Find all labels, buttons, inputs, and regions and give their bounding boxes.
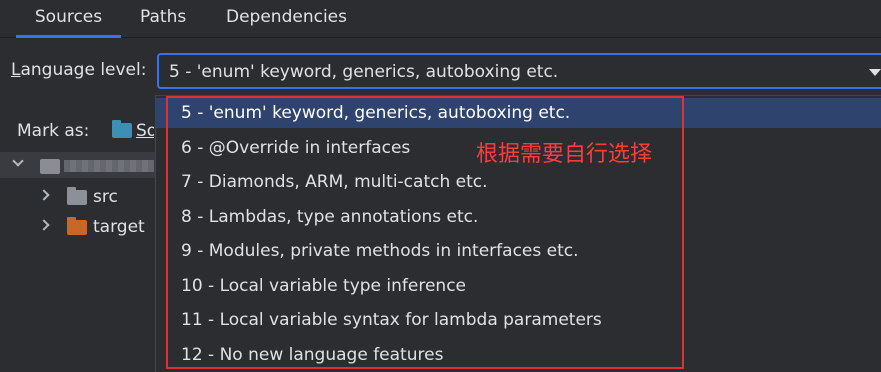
- tab-bar: Sources Paths Dependencies: [0, 0, 881, 38]
- module-icon: [40, 159, 60, 174]
- dropdown-option[interactable]: 12 - No new language features: [156, 340, 881, 370]
- tree-item-target[interactable]: target: [93, 216, 145, 238]
- annotation-text: 根据需要自行选择: [476, 142, 653, 167]
- option-label: 11 - Local variable syntax for lambda pa…: [181, 310, 602, 330]
- chevron-right-icon[interactable]: [38, 189, 50, 201]
- tree-item-src[interactable]: src: [93, 186, 118, 208]
- option-label: 12 - No new language features: [181, 345, 444, 365]
- dropdown-option[interactable]: 7 - Diamonds, ARM, multi-catch etc.: [156, 167, 881, 197]
- tab-paths[interactable]: Paths: [140, 0, 186, 38]
- folder-icon: [67, 217, 87, 235]
- option-label: 8 - Lambdas, type annotations etc.: [181, 207, 479, 227]
- option-label: 7 - Diamonds, ARM, multi-catch etc.: [181, 172, 488, 192]
- option-label: 5 - 'enum' keyword, generics, autoboxing…: [181, 103, 571, 123]
- language-level-value: 5 - 'enum' keyword, generics, autoboxing…: [169, 62, 559, 82]
- chevron-down-icon[interactable]: [869, 69, 881, 76]
- dropdown-option[interactable]: 5 - 'enum' keyword, generics, autoboxing…: [156, 98, 881, 128]
- tree-root-label: [64, 160, 154, 172]
- dropdown-option[interactable]: 8 - Lambdas, type annotations etc.: [156, 202, 881, 232]
- chevron-right-icon[interactable]: [38, 219, 50, 231]
- mark-as-sources-button[interactable]: So: [136, 120, 154, 142]
- tab-sources[interactable]: Sources: [16, 0, 121, 38]
- option-label: 6 - @Override in interfaces: [181, 138, 411, 158]
- language-level-dropdown: 5 - 'enum' keyword, generics, autoboxing…: [155, 95, 881, 372]
- option-label: 9 - Modules, private methods in interfac…: [181, 241, 579, 261]
- language-level-label-text: anguage level:: [20, 60, 147, 80]
- mark-as-label: Mark as:: [17, 121, 90, 141]
- folder-icon: [112, 120, 132, 138]
- dropdown-option[interactable]: 11 - Local variable syntax for lambda pa…: [156, 305, 881, 335]
- folder-icon: [67, 187, 87, 205]
- language-level-label: Language level:: [11, 58, 146, 82]
- dropdown-option[interactable]: 9 - Modules, private methods in interfac…: [156, 236, 881, 266]
- dropdown-option[interactable]: 10 - Local variable type inference: [156, 271, 881, 301]
- option-label: 10 - Local variable type inference: [181, 276, 466, 296]
- language-level-combobox[interactable]: 5 - 'enum' keyword, generics, autoboxing…: [157, 53, 881, 89]
- tab-dependencies[interactable]: Dependencies: [226, 0, 347, 38]
